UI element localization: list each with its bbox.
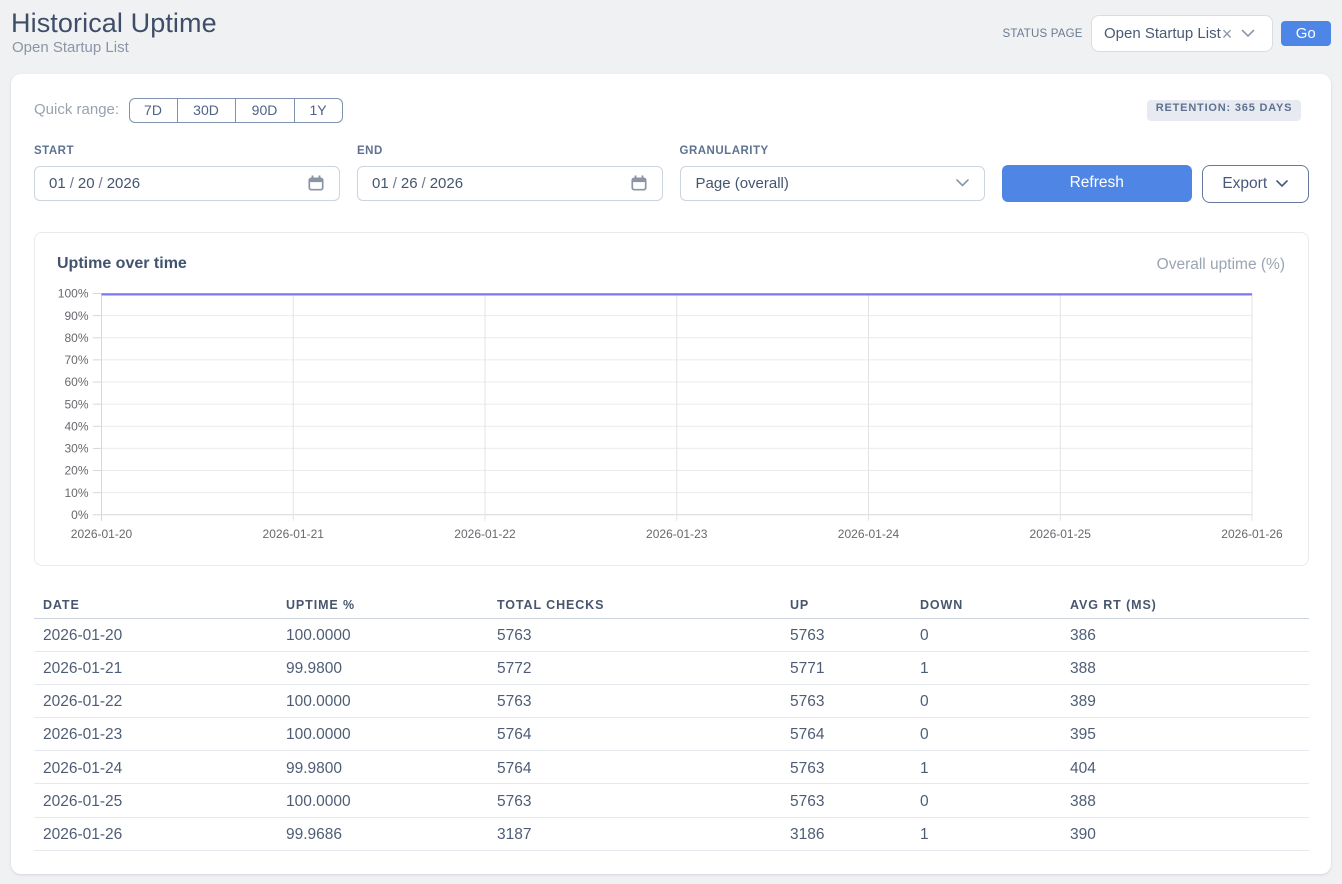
svg-text:90%: 90% <box>64 309 88 323</box>
svg-text:2026-01-26: 2026-01-26 <box>1221 527 1283 541</box>
svg-text:2026-01-25: 2026-01-25 <box>1029 527 1091 541</box>
svg-text:2026-01-20: 2026-01-20 <box>70 527 132 541</box>
svg-text:60%: 60% <box>64 375 88 389</box>
svg-text:0%: 0% <box>71 508 89 522</box>
svg-text:40%: 40% <box>64 419 88 433</box>
svg-text:100%: 100% <box>57 287 88 301</box>
svg-text:2026-01-24: 2026-01-24 <box>837 527 899 541</box>
svg-text:30%: 30% <box>64 442 88 456</box>
svg-text:2026-01-22: 2026-01-22 <box>454 527 516 541</box>
svg-text:70%: 70% <box>64 353 88 367</box>
svg-text:50%: 50% <box>64 397 88 411</box>
svg-text:80%: 80% <box>64 331 88 345</box>
svg-text:2026-01-23: 2026-01-23 <box>646 527 708 541</box>
svg-text:2026-01-21: 2026-01-21 <box>262 527 324 541</box>
svg-text:10%: 10% <box>64 486 88 500</box>
svg-text:20%: 20% <box>64 464 88 478</box>
